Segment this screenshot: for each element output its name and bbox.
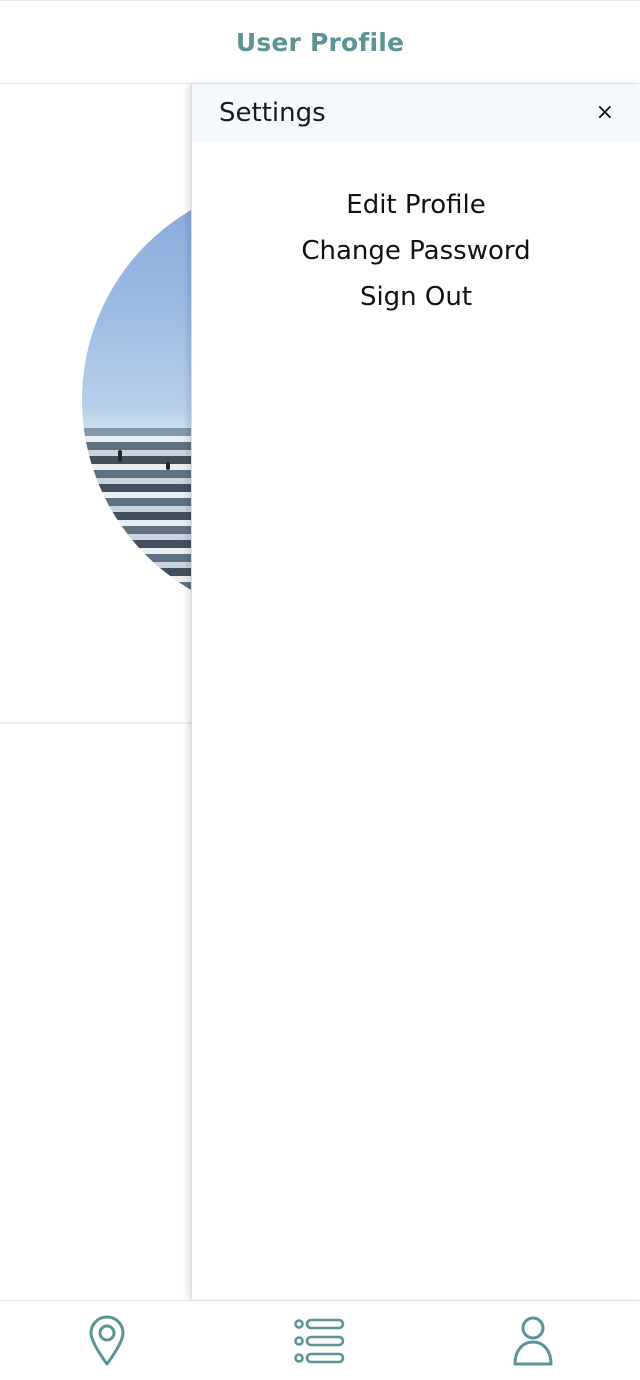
edit-profile-link[interactable]: Edit Profile — [346, 182, 485, 228]
nav-list-button[interactable] — [280, 1306, 360, 1376]
bottom-nav — [0, 1300, 640, 1380]
nav-map-button[interactable] — [67, 1306, 147, 1376]
settings-menu: Edit Profile Change Password Sign Out — [192, 182, 640, 320]
list-icon — [294, 1318, 345, 1363]
photo-surfer — [118, 450, 122, 462]
page-title: User Profile — [235, 27, 405, 57]
sign-out-link[interactable]: Sign Out — [360, 274, 472, 320]
close-icon[interactable]: × — [596, 102, 614, 124]
user-icon — [513, 1316, 553, 1365]
app: User Profile Settings × Edit Profile Cha… — [0, 0, 640, 1380]
top-header: User Profile — [0, 0, 640, 84]
photo-surfer — [166, 462, 170, 470]
settings-drawer: Settings × Edit Profile Change Password … — [191, 84, 640, 1299]
drawer-title: Settings — [219, 98, 326, 128]
change-password-link[interactable]: Change Password — [301, 228, 530, 274]
nav-profile-button[interactable] — [493, 1306, 573, 1376]
drawer-header: Settings × — [192, 84, 640, 142]
location-pin-icon — [89, 1315, 125, 1365]
